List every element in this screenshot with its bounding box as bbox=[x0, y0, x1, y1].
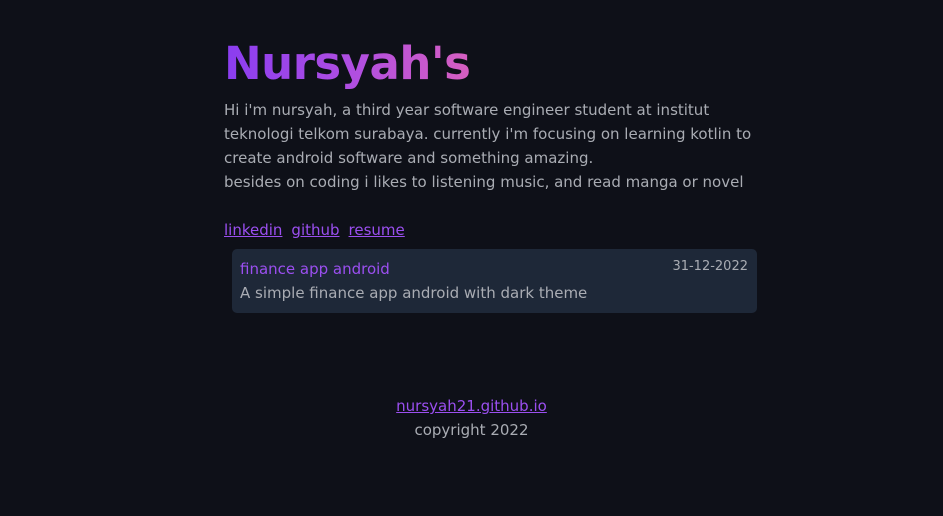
page-title: Nursyah's bbox=[224, 37, 471, 90]
resume-link[interactable]: resume bbox=[349, 221, 405, 239]
bio-hobbies-text: besides on coding i likes to listening m… bbox=[224, 173, 744, 191]
project-description: A simple finance app android with dark t… bbox=[240, 284, 588, 302]
project-date: 31-12-2022 bbox=[672, 259, 748, 274]
site-link[interactable]: nursyah21.github.io bbox=[396, 397, 547, 415]
github-link[interactable]: github bbox=[291, 221, 339, 239]
linkedin-link[interactable]: linkedin bbox=[224, 221, 282, 239]
copyright-text: copyright 2022 bbox=[414, 421, 529, 439]
project-title[interactable]: finance app android bbox=[240, 258, 390, 280]
bio-section: Hi i'm nursyah, a third year software en… bbox=[224, 98, 764, 194]
social-links: linkedin github resume bbox=[224, 218, 414, 242]
bio-text: Hi i'm nursyah, a third year software en… bbox=[224, 101, 752, 167]
footer: nursyah21.github.io copyright 2022 bbox=[0, 394, 943, 442]
project-card[interactable]: finance app android 31-12-2022 A simple … bbox=[232, 249, 757, 313]
